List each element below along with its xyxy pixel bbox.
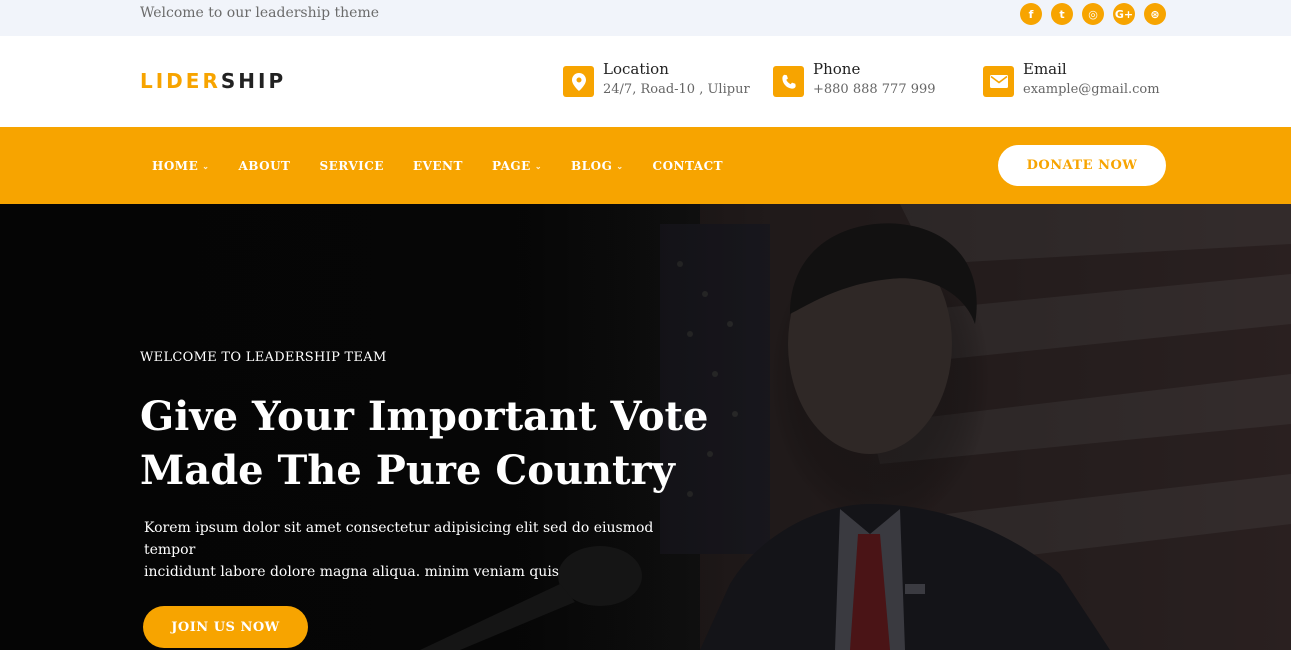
logo-part-2: SHIP	[220, 69, 287, 93]
logo-part-1: LIDER	[140, 69, 221, 93]
nav-item-label: EVENT	[412, 159, 463, 173]
nav-item-home[interactable]: HOME ⌄	[152, 159, 209, 173]
chevron-down-icon: ⌄	[534, 161, 543, 171]
location-info: Location 24/7, Road-10 , Ulipur	[563, 58, 750, 100]
welcome-text: Welcome to our leadership theme	[140, 5, 380, 21]
nav-menu: HOME ⌄ ABOUT SERVICE EVENT PAGE ⌄ BLOG ⌄ CO…	[152, 159, 752, 173]
hero-subtitle: WELCOME TO LEADERSHIP TEAM	[140, 350, 387, 365]
google-plus-icon[interactable]: G+	[1113, 3, 1135, 25]
phone-title: Phone	[813, 60, 861, 78]
phone-info: Phone +880 888 777 999	[773, 58, 936, 100]
hero-paragraph: Korem ipsum dolor sit amet consectetur a…	[144, 517, 704, 583]
instagram-icon[interactable]: ◎	[1082, 3, 1104, 25]
site-logo[interactable]: LIDERSHIP	[140, 69, 286, 93]
site-header: LIDERSHIP Location 24/7, Road-10 , Ulipu…	[0, 36, 1291, 127]
hero-paragraph-line-1: Korem ipsum dolor sit amet consectetur a…	[144, 520, 654, 558]
email-info: Email example@gmail.com	[983, 58, 1160, 100]
map-pin-icon	[563, 66, 594, 97]
email-value[interactable]: example@gmail.com	[1023, 80, 1160, 100]
social-links: f t ◎ G+ ⊛	[1020, 3, 1166, 25]
nav-item-event[interactable]: EVENT	[413, 159, 463, 173]
hero-headline: Give Your Important Vote Made The Pure C…	[140, 390, 740, 498]
nav-item-label: ABOUT	[238, 159, 291, 173]
email-title: Email	[1023, 60, 1067, 78]
hero-headline-line-1: Give Your Important Vote	[140, 393, 709, 440]
twitter-icon[interactable]: t	[1051, 3, 1073, 25]
nav-item-about[interactable]: ABOUT	[238, 159, 290, 173]
nav-item-contact[interactable]: CONTACT	[653, 159, 724, 173]
nav-item-blog[interactable]: BLOG ⌄	[571, 159, 623, 173]
location-title: Location	[603, 60, 669, 78]
nav-item-label: CONTACT	[652, 159, 724, 173]
hero-paragraph-line-2: incididunt labore dolore magna aliqua. m…	[144, 564, 559, 580]
location-value: 24/7, Road-10 , Ulipur	[603, 82, 750, 97]
nav-item-label: SERVICE	[319, 159, 384, 173]
phone-icon	[773, 66, 804, 97]
top-bar: Welcome to our leadership theme f t ◎ G+…	[0, 0, 1291, 36]
nav-item-service[interactable]: SERVICE	[319, 159, 383, 173]
donate-button[interactable]: DONATE NOW	[998, 145, 1166, 186]
chevron-down-icon: ⌄	[202, 161, 210, 171]
dribbble-icon[interactable]: ⊛	[1144, 3, 1166, 25]
hero-banner: WELCOME TO LEADERSHIP TEAM Give Your Imp…	[0, 204, 1291, 650]
hero-headline-line-2: Made The Pure Country	[140, 447, 675, 494]
envelope-icon	[983, 66, 1014, 97]
nav-item-label: BLOG	[571, 159, 613, 173]
nav-item-label: HOME	[152, 159, 199, 173]
phone-value[interactable]: +880 888 777 999	[813, 80, 936, 100]
nav-item-page[interactable]: PAGE ⌄	[492, 159, 542, 173]
main-nav: HOME ⌄ ABOUT SERVICE EVENT PAGE ⌄ BLOG ⌄ CO…	[0, 127, 1291, 204]
nav-item-label: PAGE	[491, 159, 531, 173]
facebook-icon[interactable]: f	[1020, 3, 1042, 25]
join-us-button[interactable]: JOIN US NOW	[143, 606, 308, 648]
chevron-down-icon: ⌄	[616, 161, 624, 171]
